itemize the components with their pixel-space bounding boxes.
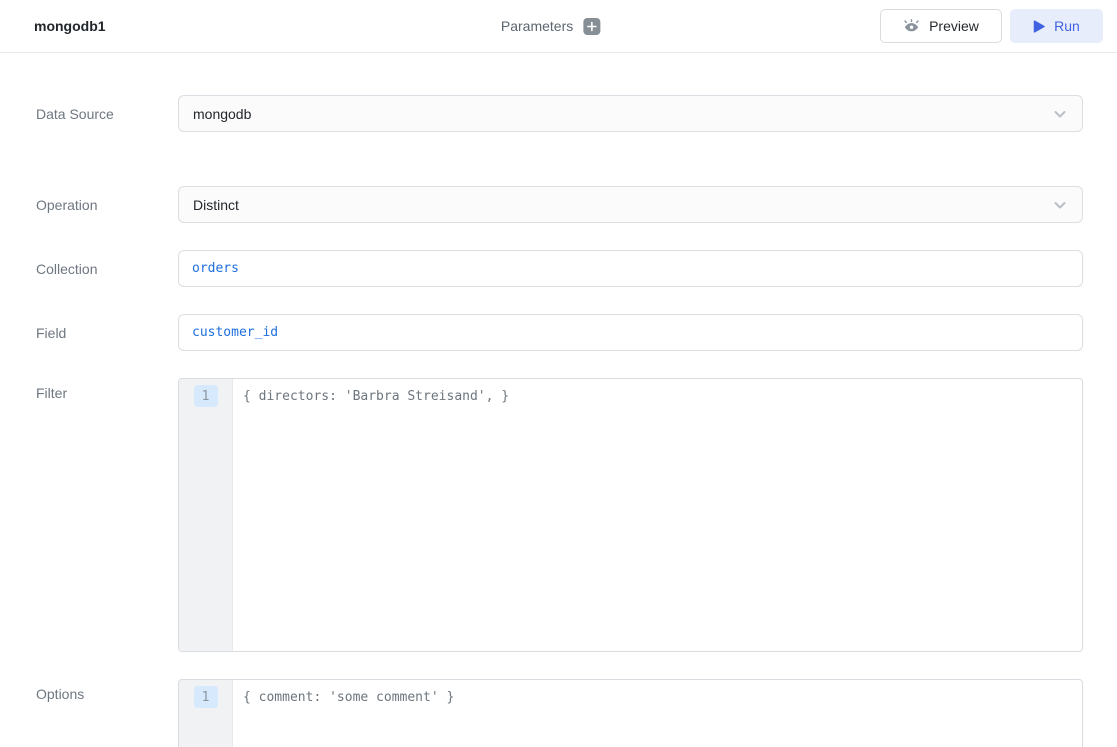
collection-row: Collection [0,250,1117,287]
run-button[interactable]: Run [1010,9,1103,43]
run-button-label: Run [1054,18,1080,34]
query-form: Data Source mongodb Operation Distinct [0,53,1117,747]
filter-label: Filter [0,378,178,401]
preview-button-label: Preview [929,18,979,34]
data-source-label: Data Source [0,106,178,122]
options-label: Options [0,679,178,702]
options-code-editor[interactable]: 1 { comment: 'some comment' } [178,679,1083,747]
operation-label: Operation [0,197,178,213]
field-label: Field [0,325,178,341]
eye-icon [903,18,920,34]
field-row: Field [0,314,1117,351]
operation-value: Distinct [193,197,1052,213]
preview-button[interactable]: Preview [880,9,1002,43]
parameters-section: Parameters [501,0,600,52]
options-line-number: 1 [194,686,218,708]
collection-input[interactable] [178,250,1083,287]
filter-code-editor[interactable]: 1 { directors: 'Barbra Streisand', } [178,378,1083,652]
options-row: Options 1 { comment: 'some comment' } [0,679,1117,747]
operation-select[interactable]: Distinct [178,186,1083,223]
add-parameter-button[interactable] [583,18,600,35]
operation-row: Operation Distinct [0,186,1117,223]
data-source-select[interactable]: mongodb [178,95,1083,132]
filter-line-number: 1 [194,385,218,407]
play-icon [1033,20,1045,33]
collection-label: Collection [0,261,178,277]
filter-code-content[interactable]: { directors: 'Barbra Streisand', } [233,379,1082,651]
options-code-content[interactable]: { comment: 'some comment' } [233,680,1082,747]
data-source-row: Data Source mongodb [0,95,1117,132]
filter-row: Filter 1 { directors: 'Barbra Streisand'… [0,378,1117,652]
options-editor-gutter: 1 [179,680,233,747]
chevron-down-icon [1052,106,1068,122]
header-actions: Preview Run [880,9,1103,43]
plus-icon [586,21,597,32]
query-title: mongodb1 [34,18,106,34]
field-input[interactable] [178,314,1083,351]
chevron-down-icon [1052,197,1068,213]
query-editor-header: mongodb1 Parameters Preview [0,0,1117,53]
data-source-value: mongodb [193,106,1052,122]
parameters-label: Parameters [501,18,573,34]
filter-editor-gutter: 1 [179,379,233,651]
